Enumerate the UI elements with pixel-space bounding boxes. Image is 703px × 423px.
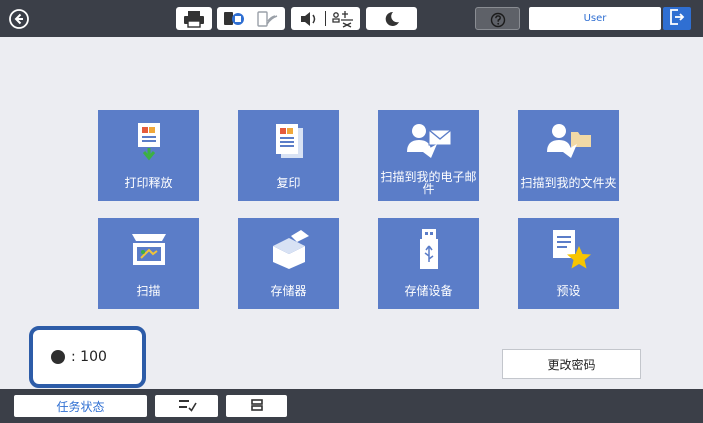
- tile-scan-to-folder[interactable]: 扫描到我的文件夹: [518, 110, 619, 201]
- presets-icon: [518, 224, 619, 276]
- tile-label: 打印释放: [124, 176, 173, 190]
- wifi-direct-icon: [253, 7, 283, 30]
- ink-dot-icon: [51, 350, 65, 364]
- separator: [325, 11, 326, 26]
- volume-icon: [295, 7, 323, 30]
- stop-button[interactable]: [226, 395, 287, 417]
- print-release-icon: [98, 116, 199, 168]
- storage-icon: [238, 224, 339, 276]
- tile-label: 复印: [276, 176, 301, 190]
- back-icon[interactable]: [5, 5, 32, 32]
- memory-device-icon: [378, 224, 479, 276]
- logout-button[interactable]: [663, 7, 691, 30]
- tile-memory-device[interactable]: 存储设备: [378, 218, 479, 309]
- stop-icon: [250, 397, 264, 416]
- tile-label: 存储器: [270, 284, 307, 298]
- help-button[interactable]: [475, 7, 520, 30]
- counter-value: : 100: [71, 349, 107, 365]
- tile-copy[interactable]: 复印: [238, 110, 339, 201]
- help-icon: [476, 8, 519, 31]
- bottom-bar: 任务状态: [0, 389, 703, 423]
- tile-label: 扫描: [136, 284, 161, 298]
- tile-scan-to-email[interactable]: 扫描到我的电子邮件: [378, 110, 479, 201]
- change-password-button[interactable]: 更改密码: [502, 349, 641, 379]
- ink-counter-box[interactable]: : 100: [29, 326, 146, 388]
- network-status-button[interactable]: [217, 7, 285, 30]
- tile-print-release[interactable]: 打印释放: [98, 110, 199, 201]
- tile-label: 存储设备: [404, 284, 453, 298]
- job-status-button[interactable]: 任务状态: [14, 395, 147, 417]
- top-status-bar: User: [0, 0, 703, 37]
- printer-icon: [176, 7, 212, 30]
- sound-status-button[interactable]: [291, 7, 360, 30]
- sleep-icon: [366, 7, 417, 30]
- user-field[interactable]: User: [529, 7, 661, 30]
- quiet-mode-icon: [328, 7, 358, 30]
- copy-icon: [238, 116, 339, 168]
- printer-status-button[interactable]: [176, 7, 212, 30]
- job-list-button[interactable]: [155, 395, 218, 417]
- logout-icon: [669, 8, 685, 30]
- tile-label: 预设: [556, 284, 581, 298]
- job-list-icon: [177, 397, 197, 416]
- sleep-button[interactable]: [366, 7, 417, 30]
- tile-label: 扫描到我的电子邮件: [380, 170, 477, 196]
- tile-label: 扫描到我的文件夹: [520, 176, 617, 190]
- scan-icon: [98, 224, 199, 276]
- scan-to-folder-icon: [518, 116, 619, 168]
- network-icon: [221, 7, 251, 30]
- tile-storage[interactable]: 存储器: [238, 218, 339, 309]
- tile-presets[interactable]: 预设: [518, 218, 619, 309]
- tile-scan[interactable]: 扫描: [98, 218, 199, 309]
- scan-to-email-icon: [378, 116, 479, 168]
